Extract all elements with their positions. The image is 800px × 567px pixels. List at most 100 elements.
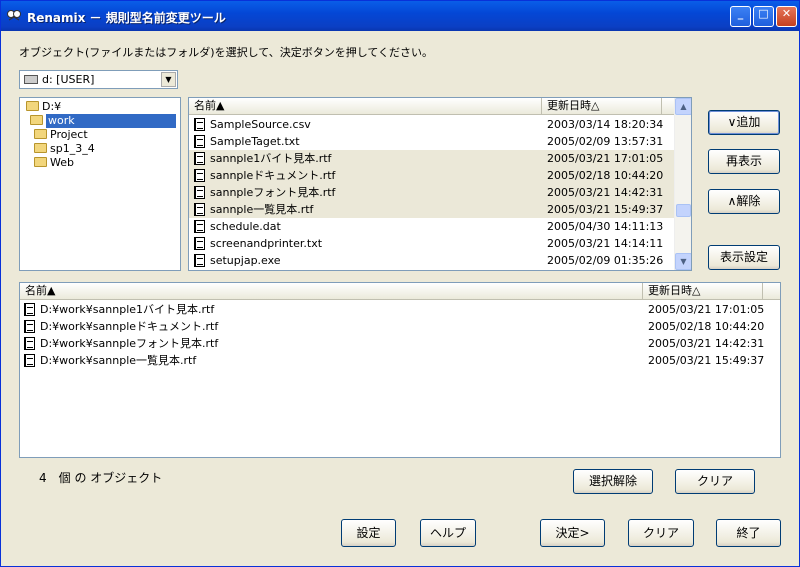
file-path: D:¥work¥sannple一覧見本.rtf: [40, 354, 197, 367]
tree-item-label: sp1_3_4: [50, 142, 95, 155]
file-list-header: 名前▲ 更新日時△: [189, 98, 674, 115]
arrow-down-icon: ▼: [680, 257, 687, 266]
file-list[interactable]: 名前▲ 更新日時△ SampleSource.csv 2003/03/14 18…: [188, 97, 692, 271]
tree-item-label: work: [46, 114, 176, 128]
display-settings-button[interactable]: 表示設定: [708, 245, 780, 270]
tree-item-label: D:¥: [42, 100, 62, 113]
file-path: D:¥work¥sannpleフォント見本.rtf: [40, 337, 219, 350]
settings-button[interactable]: 設定: [341, 519, 396, 547]
list-item[interactable]: SampleSource.csv 2003/03/14 18:20:34: [189, 116, 674, 133]
column-header-date[interactable]: 更新日時△: [643, 283, 763, 300]
clear-button[interactable]: クリア: [628, 519, 694, 547]
column-header-name[interactable]: 名前▲: [189, 98, 542, 115]
file-icon: [194, 169, 205, 182]
file-name: setupjap.exe: [210, 254, 281, 267]
list-item[interactable]: D:¥work¥sannpleドキュメント.rtf 2005/02/18 10:…: [20, 318, 780, 335]
main-window: Renamix － 規則型名前変更ツール _ □ ✕ オブジェクト(ファイルまた…: [0, 0, 800, 567]
file-name: SampleSource.csv: [210, 118, 311, 131]
object-count: 4 個 の オブジェクト: [39, 471, 163, 485]
file-name: screenandprinter.txt: [210, 237, 323, 250]
exit-button[interactable]: 終了: [716, 519, 781, 547]
deselect-button[interactable]: 選択解除: [573, 469, 653, 494]
folder-icon: [34, 157, 47, 167]
file-date: 2005/03/21 14:42:31: [547, 186, 664, 199]
list-item[interactable]: SampleTaget.txt 2005/02/09 13:57:31: [189, 133, 674, 150]
file-date: 2005/02/09 13:57:31: [547, 135, 664, 148]
column-header-date[interactable]: 更新日時△: [542, 98, 662, 115]
file-name: sannpleフォント見本.rtf: [210, 186, 336, 199]
file-icon: [24, 303, 35, 316]
file-name: schedule.dat: [210, 220, 281, 233]
refresh-button[interactable]: 再表示: [708, 149, 780, 174]
file-icon: [24, 320, 35, 333]
maximize-icon: □: [758, 7, 769, 20]
drive-select[interactable]: d: [USER] ▼: [19, 70, 178, 89]
file-date: 2005/02/18 10:44:20: [648, 320, 765, 333]
instruction-text: オブジェクト(ファイルまたはフォルダ)を選択して、決定ボタンを押してください。: [19, 46, 434, 59]
file-date: 2005/02/09 01:35:26: [547, 254, 664, 267]
file-name: SampleTaget.txt: [210, 135, 300, 148]
tree-item-project[interactable]: Project: [34, 128, 88, 142]
title-bar[interactable]: Renamix － 規則型名前変更ツール _ □ ✕: [1, 1, 799, 31]
scroll-thumb[interactable]: [676, 204, 691, 217]
list-item-selected[interactable]: sannple1バイト見本.rtf 2005/03/21 17:01:05: [189, 150, 674, 167]
list-item[interactable]: D:¥work¥sannpleフォント見本.rtf 2005/03/21 14:…: [20, 335, 780, 352]
selected-list-header: 名前▲ 更新日時△: [20, 283, 780, 300]
file-name: sannple一覧見本.rtf: [210, 203, 314, 216]
app-icon: [7, 10, 21, 21]
folder-open-icon: [30, 115, 43, 125]
folder-open-icon: [26, 101, 39, 111]
tree-item-root[interactable]: D:¥: [26, 100, 61, 114]
tree-item-work[interactable]: work: [30, 114, 180, 128]
arrow-up-icon: ▲: [680, 102, 687, 111]
list-item[interactable]: D:¥work¥sannple一覧見本.rtf 2005/03/21 15:49…: [20, 352, 780, 369]
clear-list-button[interactable]: クリア: [675, 469, 755, 494]
file-icon: [194, 220, 205, 233]
list-item-selected[interactable]: sannpleドキュメント.rtf 2005/02/18 10:44:20: [189, 167, 674, 184]
file-date: 2005/04/30 14:11:13: [547, 220, 664, 233]
tree-item-sp1[interactable]: sp1_3_4: [34, 142, 95, 156]
minimize-icon: _: [737, 7, 744, 20]
column-header-name[interactable]: 名前▲: [20, 283, 643, 300]
list-item[interactable]: schedule.dat 2005/04/30 14:11:13: [189, 218, 674, 235]
minimize-button[interactable]: _: [730, 6, 751, 27]
file-icon: [194, 237, 205, 250]
scroll-down-button[interactable]: ▼: [675, 253, 691, 270]
add-button[interactable]: ∨追加: [708, 110, 780, 135]
file-icon: [194, 152, 205, 165]
file-icon: [24, 337, 35, 350]
list-item[interactable]: setupjap.exe 2005/02/09 01:35:26: [189, 252, 674, 269]
help-button[interactable]: ヘルプ: [420, 519, 476, 547]
file-name: sannpleドキュメント.rtf: [210, 169, 336, 182]
folder-icon: [34, 143, 47, 153]
tree-item-label: Web: [50, 156, 74, 169]
file-icon: [194, 203, 205, 216]
selected-list[interactable]: 名前▲ 更新日時△ D:¥work¥sannple1バイト見本.rtf 2005…: [19, 282, 781, 458]
file-icon: [194, 118, 205, 131]
file-date: 2005/02/18 10:44:20: [547, 169, 664, 182]
scroll-up-button[interactable]: ▲: [675, 98, 691, 115]
file-date: 2005/03/21 14:14:11: [547, 237, 664, 250]
maximize-button[interactable]: □: [753, 6, 774, 27]
folder-tree[interactable]: D:¥ work Project sp1_3_4 Web: [19, 97, 181, 271]
list-item-selected[interactable]: sannple一覧見本.rtf 2005/03/21 15:49:37: [189, 201, 674, 218]
tree-item-label: Project: [50, 128, 88, 141]
file-name: sannple1バイト見本.rtf: [210, 152, 332, 165]
list-item-selected[interactable]: sannpleフォント見本.rtf 2005/03/21 14:42:31: [189, 184, 674, 201]
file-date: 2005/03/21 17:01:05: [547, 152, 664, 165]
file-icon: [194, 254, 205, 267]
folder-icon: [34, 129, 47, 139]
decide-button[interactable]: 決定>: [540, 519, 605, 547]
file-path: D:¥work¥sannple1バイト見本.rtf: [40, 303, 215, 316]
file-date: 2005/03/21 15:49:37: [547, 203, 664, 216]
file-list-scrollbar[interactable]: ▲ ▼: [674, 98, 691, 270]
file-date: 2005/03/21 14:42:31: [648, 337, 765, 350]
tree-item-web[interactable]: Web: [34, 156, 74, 170]
file-date: 2003/03/14 18:20:34: [547, 118, 664, 131]
file-path: D:¥work¥sannpleドキュメント.rtf: [40, 320, 219, 333]
close-button[interactable]: ✕: [776, 6, 797, 27]
list-item[interactable]: screenandprinter.txt 2005/03/21 14:14:11: [189, 235, 674, 252]
chevron-down-icon[interactable]: ▼: [161, 72, 176, 87]
list-item[interactable]: D:¥work¥sannple1バイト見本.rtf 2005/03/21 17:…: [20, 301, 780, 318]
remove-button[interactable]: ∧解除: [708, 189, 780, 214]
